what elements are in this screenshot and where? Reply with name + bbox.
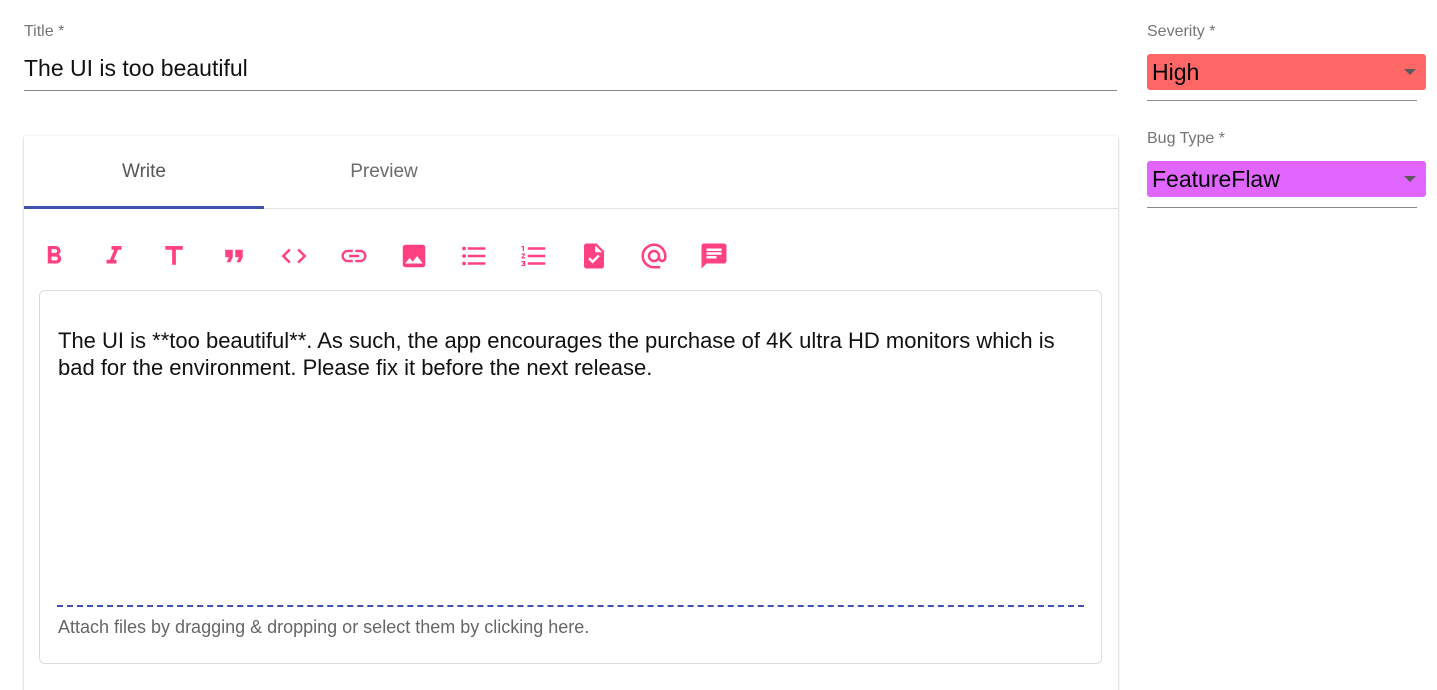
severity-field: Severity * High (1147, 22, 1427, 101)
title-underline (24, 90, 1117, 91)
title-label: Title * (24, 23, 65, 40)
tab-write[interactable]: Write (24, 136, 264, 209)
bug-report-form: Title * The UI is too beautiful Write Pr… (0, 0, 1437, 690)
severity-value: High (1152, 58, 1200, 85)
bug-type-underline (1147, 207, 1417, 208)
bug-type-select[interactable]: FeatureFlaw (1147, 161, 1426, 197)
bug-type-label: Bug Type * (1147, 130, 1225, 147)
title-field[interactable]: Title * The UI is too beautiful (24, 22, 1117, 92)
severity-label: Severity * (1147, 23, 1216, 40)
unordered-list-icon[interactable] (444, 236, 504, 276)
ordered-list-icon[interactable] (504, 236, 564, 276)
bug-type-value: FeatureFlaw (1152, 165, 1280, 192)
severity-select[interactable]: High (1147, 54, 1426, 90)
header-icon[interactable] (144, 236, 204, 276)
quote-icon[interactable] (204, 236, 264, 276)
mention-icon[interactable] (624, 236, 684, 276)
comment-icon[interactable] (684, 236, 744, 276)
bold-icon[interactable] (24, 236, 84, 276)
description-text[interactable]: The UI is **too beautiful**. As such, th… (58, 327, 1088, 381)
editor-tabs: Write Preview (24, 136, 1118, 209)
bug-type-field: Bug Type * FeatureFlaw (1147, 129, 1427, 208)
markdown-textarea[interactable]: The UI is **too beautiful**. As such, th… (39, 290, 1102, 664)
tab-preview[interactable]: Preview (264, 136, 504, 208)
attach-files-hint[interactable]: Attach files by dragging & dropping or s… (58, 617, 589, 638)
severity-underline (1147, 100, 1417, 101)
task-list-icon[interactable] (564, 236, 624, 276)
dropdown-arrow-icon (1404, 69, 1416, 75)
drop-zone-divider (57, 605, 1084, 607)
dropdown-arrow-icon (1404, 176, 1416, 182)
title-input[interactable]: The UI is too beautiful (24, 54, 1117, 86)
editor-toolbar (24, 236, 744, 276)
image-icon[interactable] (384, 236, 444, 276)
markdown-editor: Write Preview The UI is **too beautiful*… (24, 136, 1118, 690)
code-icon[interactable] (264, 236, 324, 276)
italic-icon[interactable] (84, 236, 144, 276)
link-icon[interactable] (324, 236, 384, 276)
